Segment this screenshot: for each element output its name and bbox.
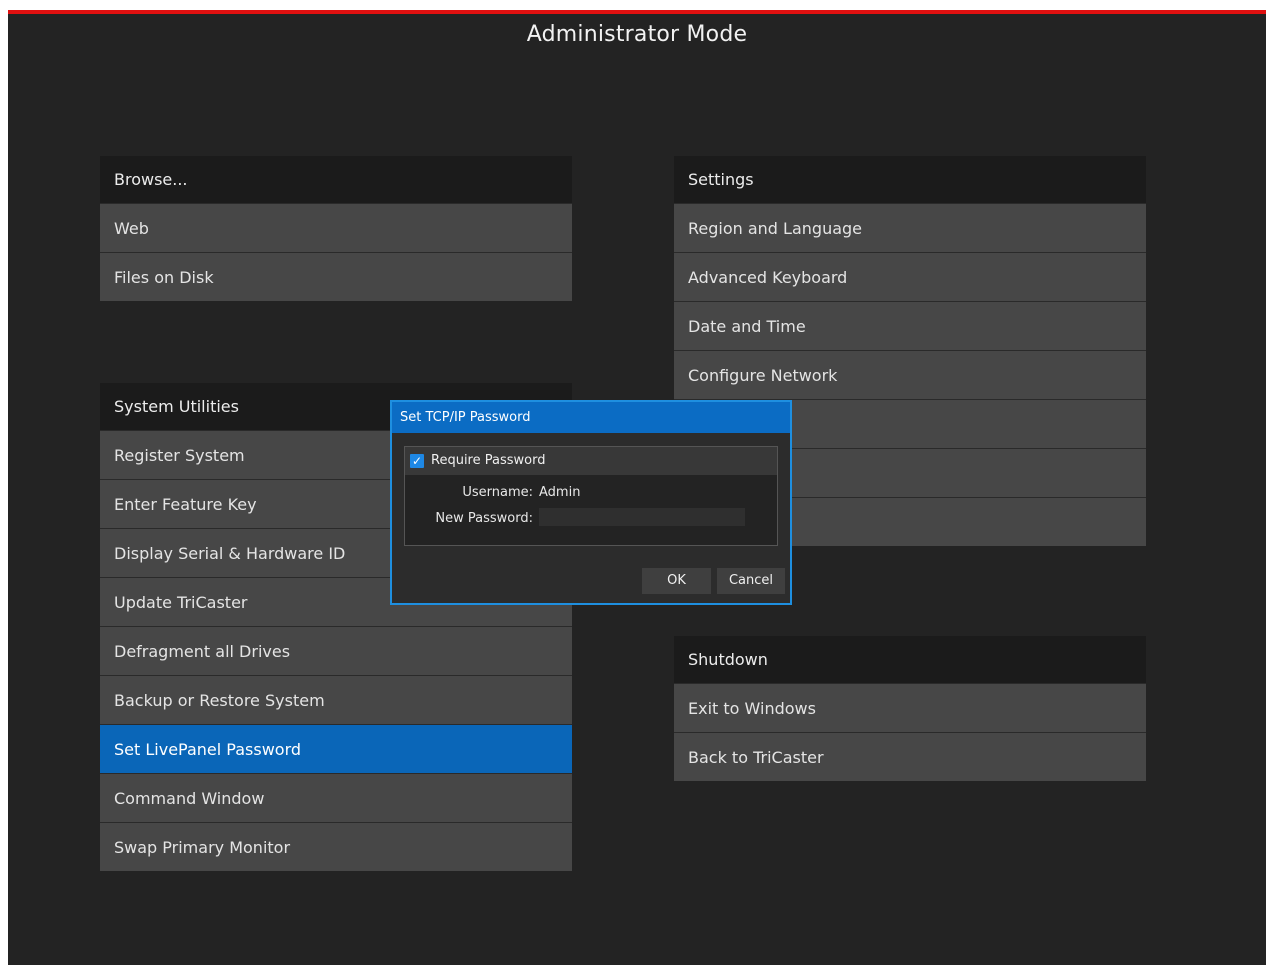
settings-item-date-time[interactable]: Date and Time — [674, 301, 1146, 350]
utility-item-set-livepanel-password[interactable]: Set LivePanel Password — [100, 724, 572, 773]
admin-screen: Administrator Mode Browse... Web Files o… — [8, 10, 1266, 965]
cancel-button[interactable]: Cancel — [717, 568, 785, 594]
shutdown-item-exit-to-windows[interactable]: Exit to Windows — [674, 683, 1146, 732]
browse-item-web[interactable]: Web — [100, 203, 572, 252]
settings-item-advanced-keyboard[interactable]: Advanced Keyboard — [674, 252, 1146, 301]
require-password-row[interactable]: ✓ Require Password — [405, 447, 777, 475]
settings-item-configure-network[interactable]: Configure Network — [674, 350, 1146, 399]
shutdown-panel: Shutdown Exit to Windows Back to TriCast… — [674, 636, 1146, 781]
tcpip-password-dialog: Set TCP/IP Password ✓ Require Password U… — [390, 400, 792, 605]
new-password-input[interactable] — [539, 508, 745, 526]
shutdown-item-back-to-tricaster[interactable]: Back to TriCaster — [674, 732, 1146, 781]
ok-button[interactable]: OK — [642, 568, 711, 594]
utility-item-command-window[interactable]: Command Window — [100, 773, 572, 822]
require-password-checkbox[interactable]: ✓ — [410, 454, 424, 468]
utility-item-swap-primary-monitor[interactable]: Swap Primary Monitor — [100, 822, 572, 871]
page-title: Administrator Mode — [526, 22, 748, 47]
dialog-title: Set TCP/IP Password — [392, 402, 790, 433]
browse-item-files-on-disk[interactable]: Files on Disk — [100, 252, 572, 301]
new-password-label: New Password: — [435, 511, 533, 526]
password-group: ✓ Require Password Username: Admin New P… — [404, 446, 778, 546]
utility-item-backup-restore[interactable]: Backup or Restore System — [100, 675, 572, 724]
browse-header: Browse... — [100, 156, 572, 203]
shutdown-header: Shutdown — [674, 636, 1146, 683]
settings-item-region-language[interactable]: Region and Language — [674, 203, 1146, 252]
browse-panel: Browse... Web Files on Disk — [100, 156, 572, 301]
utility-item-defragment-drives[interactable]: Defragment all Drives — [100, 626, 572, 675]
username-label: Username: — [462, 485, 533, 500]
settings-header: Settings — [674, 156, 1146, 203]
require-password-label: Require Password — [431, 453, 546, 468]
username-value: Admin — [539, 485, 581, 500]
